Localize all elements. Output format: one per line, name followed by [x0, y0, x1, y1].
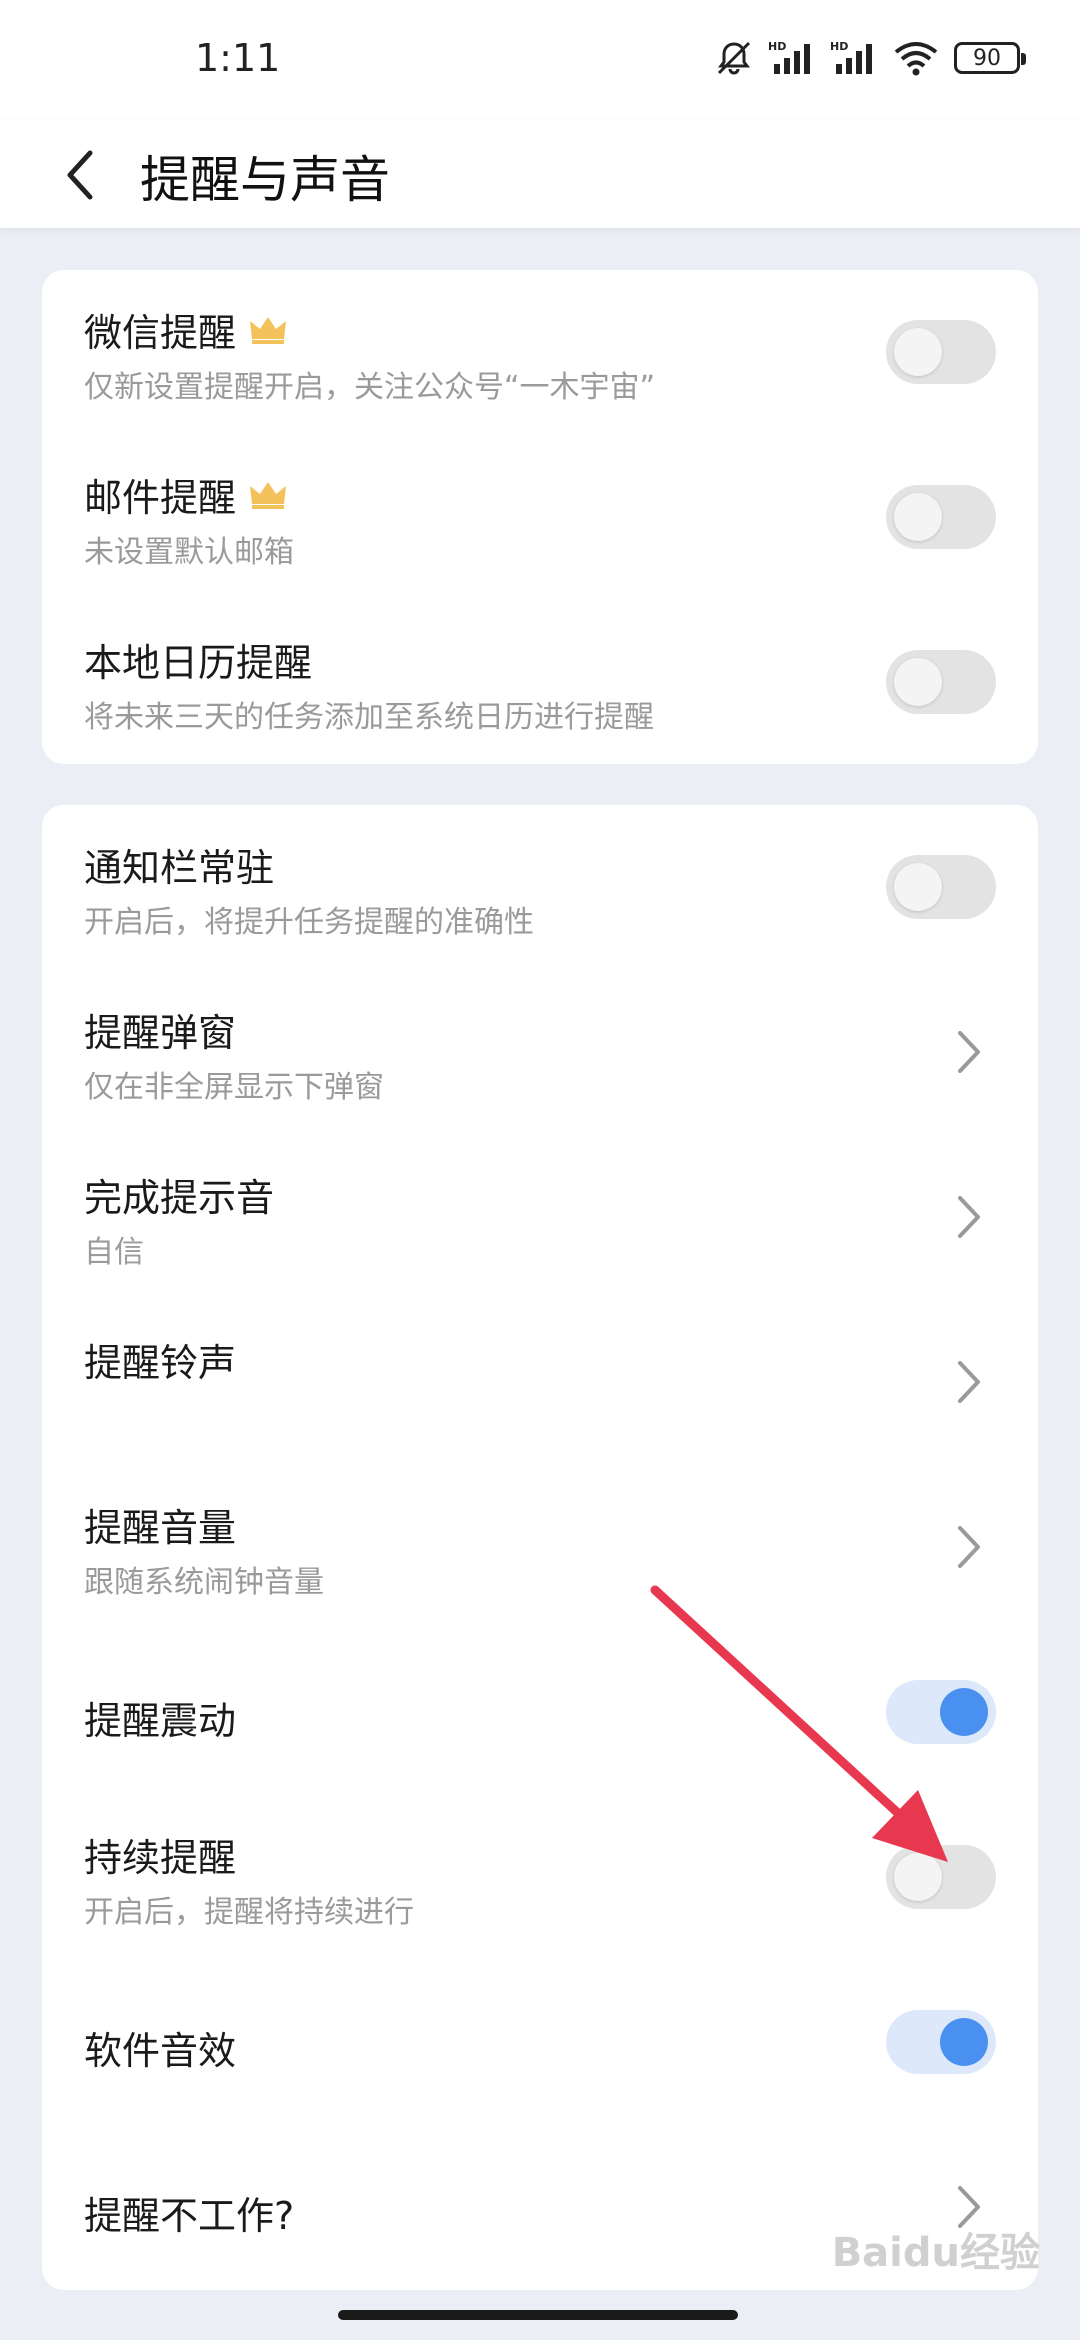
row-title: 微信提醒 — [84, 311, 237, 355]
row-subtitle: 跟随系统闹钟音量 — [84, 1565, 324, 1600]
status-icons: HD HD 90 — [714, 38, 1026, 78]
toggle-knob — [894, 863, 942, 911]
battery-level: 90 — [973, 45, 1001, 71]
row-continuous-reminder[interactable]: 持续提醒 开启后，提醒将持续进行 — [42, 1795, 1038, 1960]
settings-card-reminders: 微信提醒 仅新设置提醒开启，关注公众号“一木宇宙” 邮件提醒 未设置默认邮箱 本… — [42, 270, 1038, 764]
row-wechat-reminder[interactable]: 微信提醒 仅新设置提醒开启，关注公众号“一木宇宙” — [42, 270, 1038, 435]
chevron-right-icon — [958, 1361, 980, 1403]
row-title: 持续提醒 — [84, 1836, 237, 1880]
page-title: 提醒与声音 — [140, 151, 390, 209]
crown-icon — [250, 481, 287, 509]
row-subtitle: 未设置默认邮箱 — [84, 535, 294, 570]
watermark: Baidu经验 — [831, 2230, 1040, 2276]
toggle-knob — [894, 328, 942, 376]
toggle-knob — [940, 1688, 988, 1736]
chevron-left-icon — [67, 150, 93, 200]
row-subtitle: 将未来三天的任务添加至系统日历进行提醒 — [84, 700, 654, 735]
hd-label: HD — [768, 40, 786, 53]
toggle-knob — [894, 1853, 942, 1901]
mute-icon — [717, 41, 751, 75]
row-app-sound-effects[interactable]: 软件音效 — [42, 1960, 1038, 2125]
row-title: 邮件提醒 — [84, 476, 237, 520]
row-subtitle: 仅在非全屏显示下弹窗 — [84, 1070, 384, 1105]
row-subtitle: 仅新设置提醒开启，关注公众号“一木宇宙” — [84, 370, 656, 405]
battery-icon: 90 — [954, 42, 1026, 74]
status-time: 1:11 — [195, 36, 281, 80]
row-title: 软件音效 — [84, 2029, 237, 2073]
row-subtitle: 开启后，将提升任务提醒的准确性 — [84, 905, 534, 940]
wifi-icon — [894, 42, 938, 76]
back-button[interactable] — [40, 130, 120, 220]
row-subtitle: 自信 — [84, 1235, 144, 1270]
row-local-calendar-reminder[interactable]: 本地日历提醒 将未来三天的任务添加至系统日历进行提醒 — [42, 600, 1038, 765]
row-title: 提醒铃声 — [84, 1341, 237, 1385]
local-calendar-toggle[interactable] — [886, 650, 996, 714]
signal-icon: HD — [830, 40, 872, 74]
home-indicator[interactable] — [338, 2310, 738, 2320]
row-reminder-volume[interactable]: 提醒音量 跟随系统闹钟音量 — [42, 1465, 1038, 1630]
row-reminder-vibration[interactable]: 提醒震动 — [42, 1630, 1038, 1795]
row-persistent-notification[interactable]: 通知栏常驻 开启后，将提升任务提醒的准确性 — [42, 805, 1038, 970]
chevron-right-icon — [958, 1526, 980, 1568]
row-reminder-popup[interactable]: 提醒弹窗 仅在非全屏显示下弹窗 — [42, 970, 1038, 1135]
toggle-knob — [894, 493, 942, 541]
crown-icon — [250, 316, 287, 344]
signal-icon: HD — [768, 40, 810, 74]
row-title: 通知栏常驻 — [84, 846, 275, 890]
row-title: 提醒震动 — [84, 1699, 237, 1743]
toggle-knob — [894, 658, 942, 706]
row-completion-sound[interactable]: 完成提示音 自信 — [42, 1135, 1038, 1300]
header: 提醒与声音 — [0, 120, 1080, 228]
row-title: 完成提示音 — [84, 1176, 275, 1220]
sound-effects-toggle[interactable] — [886, 2010, 996, 2074]
settings-card-sound: 通知栏常驻 开启后，将提升任务提醒的准确性 提醒弹窗 仅在非全屏显示下弹窗 完成… — [42, 805, 1038, 2290]
persistent-notification-toggle[interactable] — [886, 855, 996, 919]
hd-label: HD — [830, 40, 848, 53]
vibration-toggle[interactable] — [886, 1680, 996, 1744]
row-reminder-ringtone[interactable]: 提醒铃声 — [42, 1300, 1038, 1465]
toggle-knob — [940, 2018, 988, 2066]
continuous-reminder-toggle[interactable] — [886, 1845, 996, 1909]
row-title: 提醒音量 — [84, 1506, 237, 1550]
status-bar: 1:11 HD HD 90 — [0, 0, 1080, 120]
row-title: 提醒不工作? — [84, 2194, 295, 2238]
chevron-right-icon — [958, 1031, 980, 1073]
row-email-reminder[interactable]: 邮件提醒 未设置默认邮箱 — [42, 435, 1038, 600]
row-title: 提醒弹窗 — [84, 1011, 237, 1055]
row-title: 本地日历提醒 — [84, 641, 313, 685]
row-subtitle: 开启后，提醒将持续进行 — [84, 1895, 414, 1930]
wechat-reminder-toggle[interactable] — [886, 320, 996, 384]
email-reminder-toggle[interactable] — [886, 485, 996, 549]
chevron-right-icon — [958, 1196, 980, 1238]
